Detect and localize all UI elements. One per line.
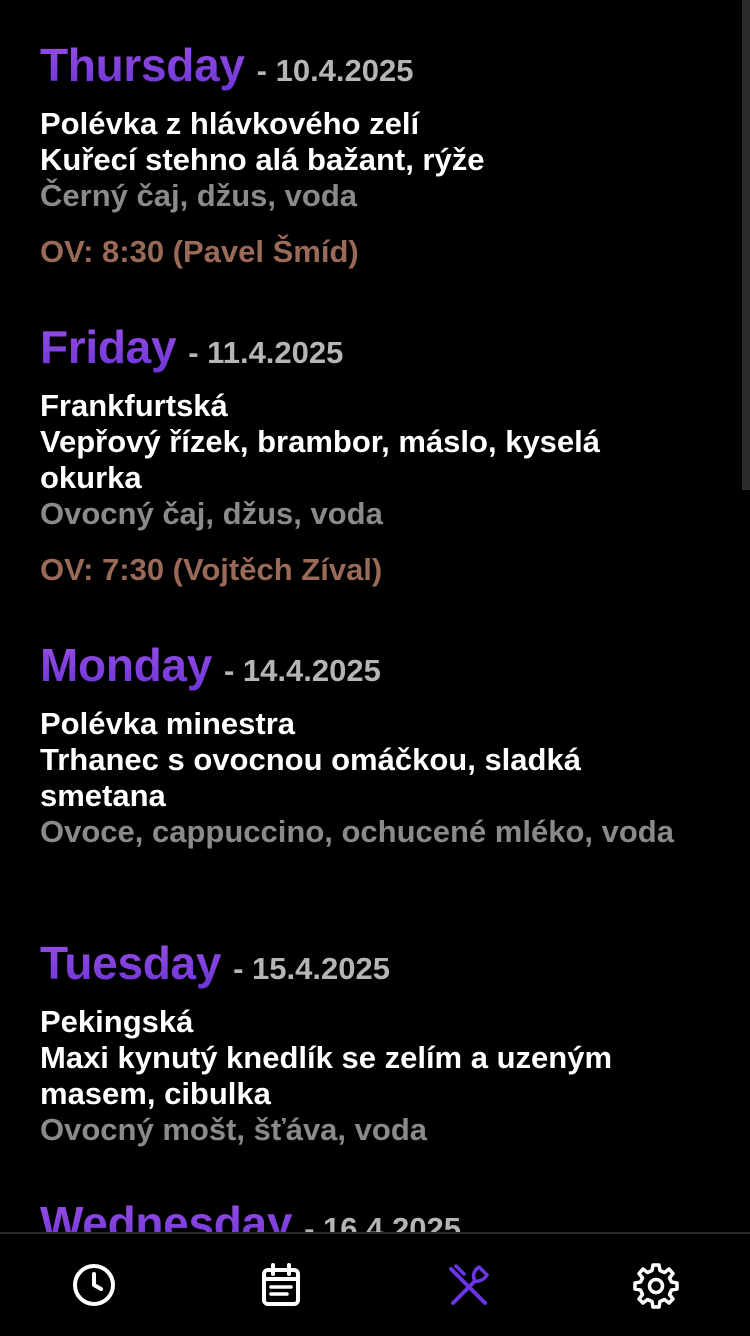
menu-list[interactable]: Thursday - 10.4.2025 Polévka z hlávkovéh… <box>0 0 750 1232</box>
drinks: Ovocný mošt, šťáva, voda <box>40 1112 428 1147</box>
drinks: Černý čaj, džus, voda <box>40 178 357 213</box>
day-card-wednesday: Wednesday - 16.4.2025 <box>40 1196 710 1232</box>
clock-icon <box>72 1264 115 1306</box>
bottom-nav <box>0 1232 750 1336</box>
day-card-friday: Friday - 11.4.2025 Frankfurtská Vepřový … <box>40 320 710 588</box>
main-dish: Trhanec s ovocnou omáčkou, sladká smetan… <box>40 742 581 813</box>
ov-info: OV: 7:30 (Vojtěch Zíval) <box>40 552 383 587</box>
soup: Pekingská <box>40 1004 194 1039</box>
nav-calendar-button[interactable] <box>233 1237 329 1333</box>
day-date: - 10.4.2025 <box>256 53 414 88</box>
drinks: Ovoce, cappuccino, ochucené mléko, voda <box>40 814 674 849</box>
soup: Frankfurtská <box>40 388 228 423</box>
main-dish: Maxi kynutý knedlík se zelím a uzeným ma… <box>40 1040 613 1111</box>
main-dish: Vepřový řízek, brambor, máslo, kyselá ok… <box>40 424 601 495</box>
day-name: Friday <box>40 321 177 373</box>
day-name: Tuesday <box>40 937 222 989</box>
soup: Polévka minestra <box>40 706 296 741</box>
day-card-tuesday: Tuesday - 15.4.2025 Pekingská Maxi kynut… <box>40 936 710 1148</box>
main-dish: Kuřecí stehno alá bažant, rýže <box>40 142 485 177</box>
day-card-monday: Monday - 14.4.2025 Polévka minestra Trha… <box>40 638 710 850</box>
gear-icon <box>633 1263 679 1309</box>
drinks: Ovocný čaj, džus, voda <box>40 496 383 531</box>
utensils-crossed-icon <box>448 1264 489 1305</box>
day-name: Wednesday <box>40 1196 292 1232</box>
day-name: Thursday <box>40 39 245 91</box>
scrollbar[interactable] <box>742 0 750 490</box>
calendar-icon <box>262 1263 301 1306</box>
day-date: - 16.4.2025 <box>304 1211 461 1232</box>
nav-schedule-button[interactable] <box>46 1237 142 1333</box>
nav-menu-button[interactable] <box>421 1237 517 1333</box>
nav-settings-button[interactable] <box>608 1237 704 1333</box>
ov-info: OV: 8:30 (Pavel Šmíd) <box>40 234 359 269</box>
day-date: - 15.4.2025 <box>233 951 390 986</box>
soup: Polévka z hlávkového zelí <box>40 106 420 141</box>
day-name: Monday <box>40 639 212 691</box>
day-card-thursday: Thursday - 10.4.2025 Polévka z hlávkovéh… <box>40 38 710 270</box>
day-date: - 14.4.2025 <box>223 653 381 688</box>
day-date: - 11.4.2025 <box>188 335 344 370</box>
